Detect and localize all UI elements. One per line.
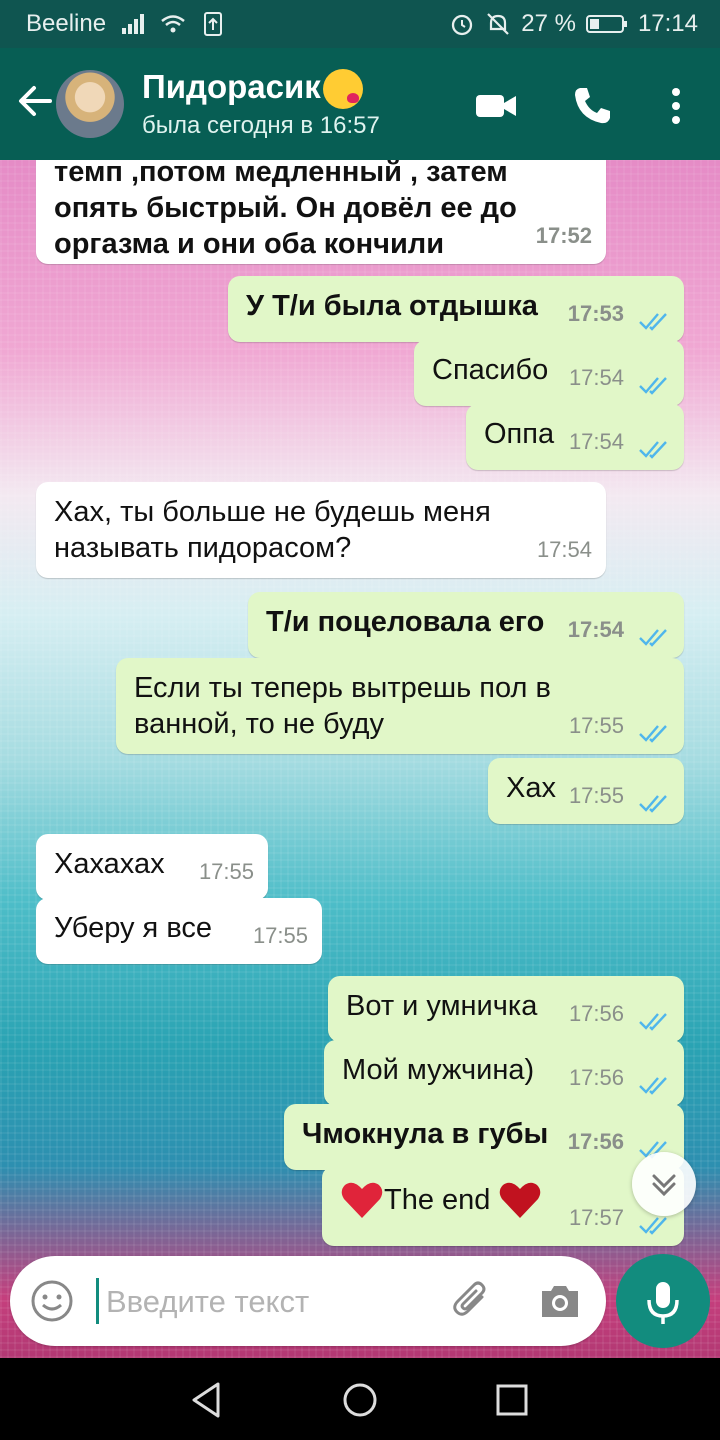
contact-name-text: Пидорасик — [142, 68, 321, 105]
nav-home-icon[interactable] — [340, 1380, 380, 1420]
signal-icon — [122, 14, 145, 34]
message-text: The end — [384, 1184, 491, 1216]
message-text: У Т/и была отдышка — [246, 290, 538, 322]
message-time: 17:56 — [567, 1129, 624, 1154]
camera-icon[interactable] — [536, 1277, 584, 1325]
wifi-icon — [161, 15, 185, 33]
read-receipt-icon — [639, 377, 667, 395]
read-receipt-icon — [639, 795, 667, 813]
message-text: Спасибо — [432, 354, 549, 386]
message-text: Т/и поцеловала его — [266, 606, 545, 638]
message-bubble[interactable]: The end 17:57 — [322, 1166, 684, 1246]
contact-avatar[interactable] — [56, 70, 124, 138]
read-receipt-icon — [639, 1077, 667, 1095]
red-heart-emoji-icon — [500, 1182, 541, 1218]
read-receipt-icon — [639, 725, 667, 743]
message-time: 17:54 — [568, 429, 624, 454]
nav-recents-icon[interactable] — [492, 1380, 532, 1420]
read-receipt-icon — [639, 313, 667, 331]
message-bubble[interactable]: Если ты теперь вытрешь пол в ванной, то … — [116, 658, 684, 754]
phone-call-icon[interactable] — [568, 82, 616, 130]
carrier-label: Beeline — [26, 10, 107, 37]
message-time: 17:54 — [536, 537, 592, 562]
message-bubble[interactable]: Оппа 17:54 — [466, 404, 684, 470]
message-time: 17:55 — [198, 859, 254, 884]
mute-bell-icon — [487, 13, 510, 35]
message-time: 17:55 — [252, 923, 308, 948]
more-options-icon[interactable] — [652, 82, 700, 130]
paperclip-icon[interactable] — [448, 1277, 496, 1325]
read-receipt-icon — [639, 629, 667, 647]
video-call-icon[interactable] — [472, 82, 520, 130]
message-bubble[interactable]: Чмокнула в губы 17:56 — [284, 1104, 684, 1170]
back-arrow-icon[interactable] — [14, 80, 56, 122]
scroll-to-bottom-button[interactable] — [632, 1152, 696, 1216]
message-text: Мой мужчина) — [342, 1054, 535, 1086]
message-bubble[interactable]: Хах 17:55 — [488, 758, 684, 824]
message-text: Оппа — [484, 418, 555, 450]
message-time: 17:54 — [567, 617, 624, 642]
system-navigation-bar — [0, 1358, 720, 1440]
message-text: Хах, ты больше не будешь меня называть п… — [54, 496, 491, 564]
message-text: Чмокнула в губы — [302, 1118, 549, 1150]
message-bubble[interactable]: Уберу я все 17:55 — [36, 898, 322, 964]
text-cursor — [96, 1278, 99, 1324]
message-bubble[interactable]: Спасибо 17:54 — [414, 340, 684, 406]
status-bar: Beeline 27 % 17:14 — [0, 0, 720, 48]
microphone-icon — [647, 1282, 679, 1324]
red-heart-emoji-icon — [341, 1182, 383, 1218]
read-receipt-icon — [639, 1013, 667, 1031]
voice-message-button[interactable] — [616, 1254, 710, 1348]
contact-name[interactable]: Пидорасик — [142, 68, 363, 110]
message-bubble[interactable]: Т/и поцеловала его 17:54 — [248, 592, 684, 658]
message-text: Вот и умничка — [346, 990, 538, 1022]
message-time: 17:52 — [535, 223, 592, 248]
message-text: темп ,потом медленный , затем опять быст… — [54, 160, 517, 260]
message-text: Уберу я все — [54, 912, 213, 944]
nav-back-icon[interactable] — [186, 1380, 226, 1420]
message-time: 17:53 — [567, 301, 624, 326]
message-bubble[interactable]: Хахахах 17:55 — [36, 834, 268, 900]
sim-upload-icon — [204, 12, 223, 36]
read-receipt-icon — [639, 441, 667, 459]
double-chevron-down-icon — [652, 1174, 676, 1197]
message-time: 17:55 — [568, 783, 624, 808]
alarm-icon — [452, 14, 473, 36]
message-bubble[interactable]: Вот и умничка 17:56 — [328, 976, 684, 1042]
message-time: 17:56 — [568, 1001, 624, 1026]
message-input[interactable] — [106, 1278, 436, 1326]
message-text: Хахахах — [54, 848, 165, 880]
battery-percent: 27 % — [521, 10, 576, 37]
clock: 17:14 — [637, 10, 698, 37]
battery-icon — [585, 15, 627, 33]
message-composer — [10, 1256, 606, 1346]
emoji-icon[interactable] — [28, 1277, 76, 1325]
message-bubble[interactable]: Хах, ты больше не будешь меня называть п… — [36, 482, 606, 578]
chat-header: Пидорасик была сегодня в 16:57 — [0, 48, 720, 160]
message-bubble[interactable]: У Т/и была отдышка 17:53 — [228, 276, 684, 342]
message-bubble[interactable]: Мой мужчина) 17:56 — [324, 1040, 684, 1106]
message-text: Хах — [506, 772, 556, 804]
read-receipt-icon — [639, 1217, 667, 1235]
last-seen-status: была сегодня в 16:57 — [142, 112, 380, 139]
message-time: 17:56 — [568, 1065, 624, 1090]
message-text: Если ты теперь вытрешь пол в ванной, то … — [134, 672, 551, 740]
message-time: 17:55 — [568, 713, 624, 738]
message-bubble[interactable]: темп ,потом медленный , затем опять быст… — [36, 160, 606, 264]
message-time: 17:57 — [568, 1205, 624, 1230]
message-time: 17:54 — [568, 365, 624, 390]
chat-area[interactable]: темп ,потом медленный , затем опять быст… — [0, 160, 720, 1358]
face-blowing-kiss-emoji-icon — [322, 69, 363, 110]
